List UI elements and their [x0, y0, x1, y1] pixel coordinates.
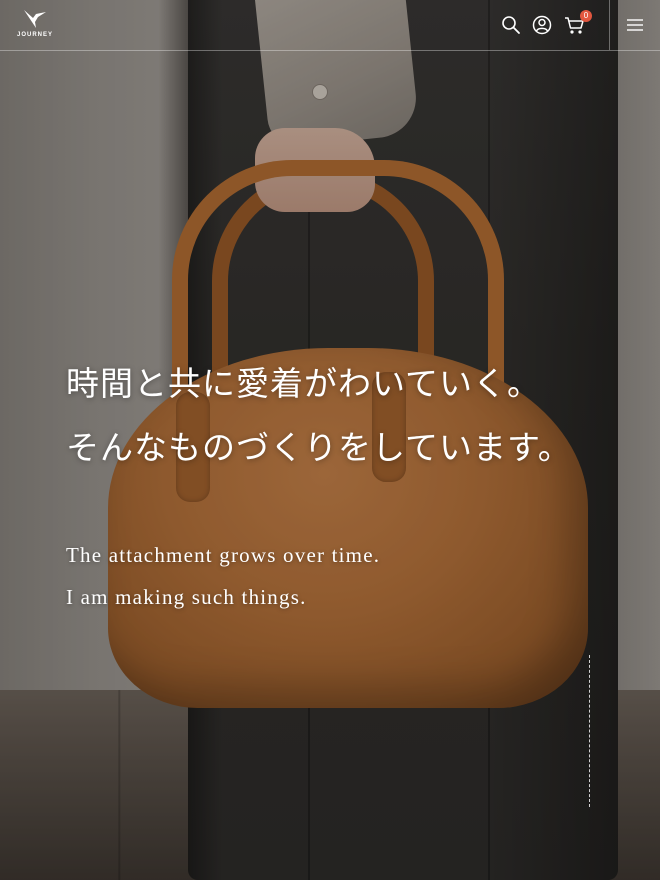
search-icon[interactable]: [500, 14, 522, 36]
hero-headline: 時間と共に愛着がわいていく。 そんなものづくりをしています。: [66, 352, 572, 480]
hero-subcopy: The attachment grows over time. I am mak…: [66, 534, 380, 618]
page: JOURNEY 0 時間と共に愛着がわいていく。 そんなものづくりをしています。…: [0, 0, 660, 880]
logo[interactable]: JOURNEY: [14, 8, 56, 42]
bird-logo-icon: [24, 10, 46, 28]
account-icon[interactable]: [531, 14, 553, 36]
header-divider: [609, 0, 610, 50]
hero-headline-line-2: そんなものづくりをしています。: [66, 428, 572, 467]
menu-icon[interactable]: [624, 15, 646, 35]
logo-text: JOURNEY: [16, 32, 53, 38]
scroll-indicator: [589, 655, 590, 807]
hero-subcopy-line-1: The attachment grows over time.: [66, 543, 381, 567]
hero-headline-line-1: 時間と共に愛着がわいていく。: [66, 364, 542, 403]
site-header: JOURNEY 0: [0, 0, 660, 51]
cart-count-badge: 0: [580, 10, 592, 22]
hero-subcopy-line-2: I am making such things.: [66, 585, 307, 609]
